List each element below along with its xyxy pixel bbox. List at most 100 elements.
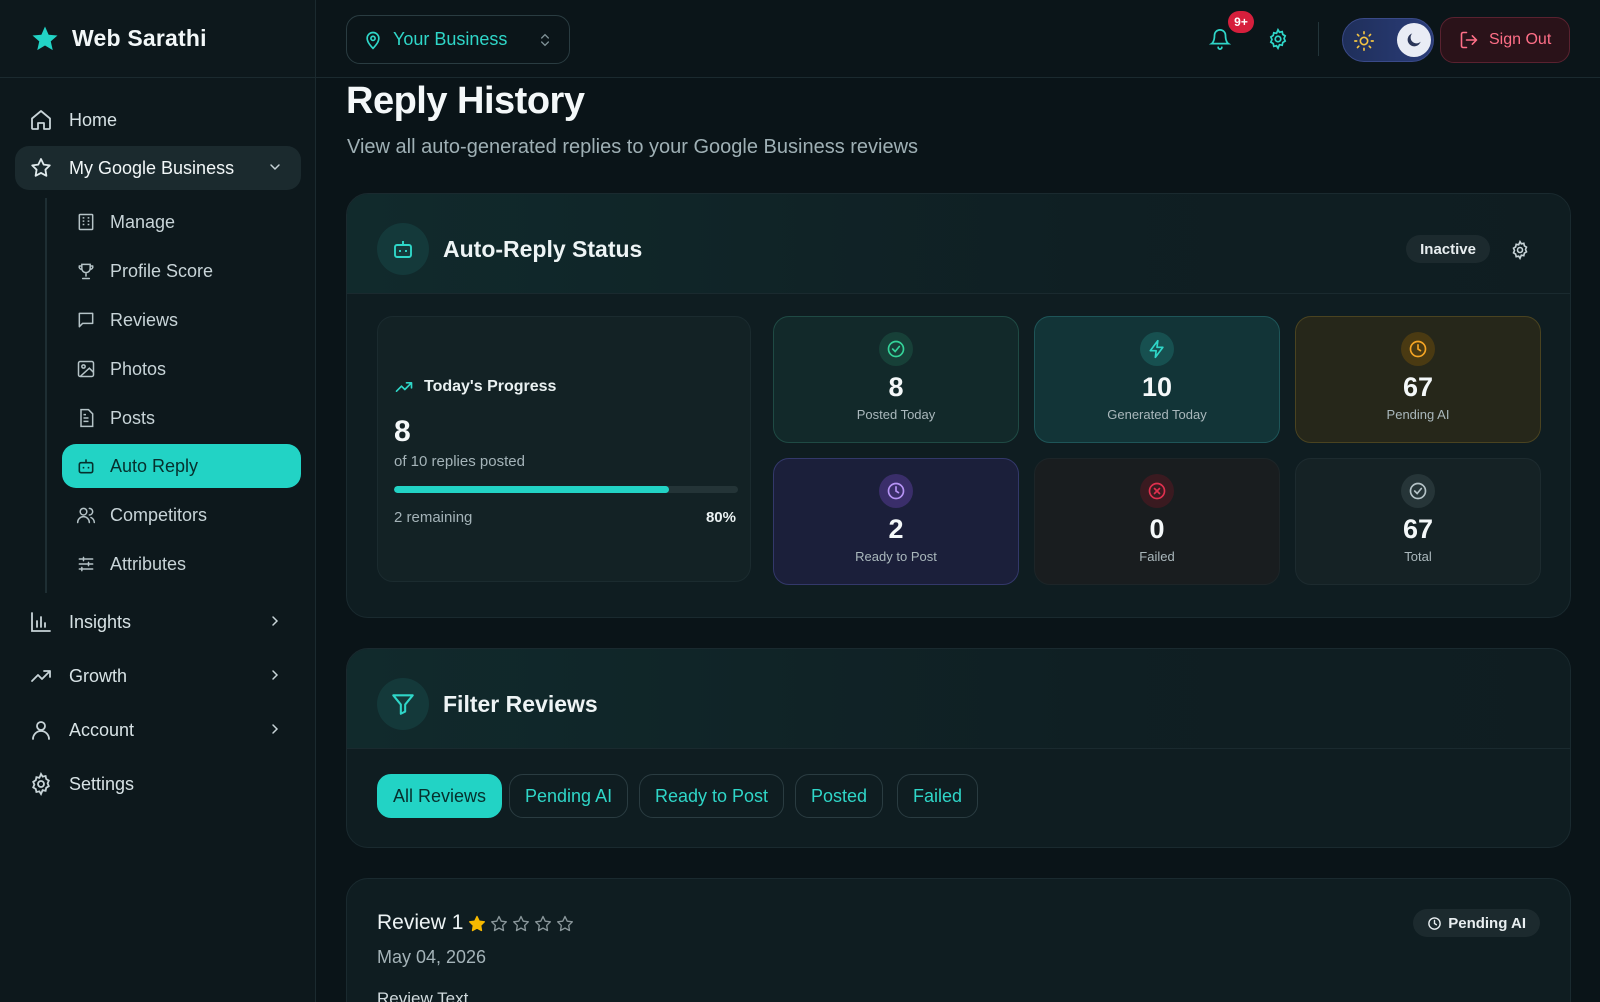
filter-ready-to-post[interactable]: Ready to Post (639, 774, 785, 818)
sidebar-item-settings[interactable]: Settings (15, 762, 301, 806)
clock-icon (1401, 332, 1435, 366)
business-selector[interactable]: Your Business (346, 15, 570, 64)
bot-icon (377, 223, 429, 275)
sidebar-item-label: Attributes (110, 553, 187, 574)
sidebar-item-label: Account (69, 719, 135, 740)
sidebar-item-profile-score[interactable]: Profile Score (62, 249, 301, 293)
review-text-label: Review Text (377, 989, 469, 1002)
sidebar-item-account[interactable]: Account (15, 708, 301, 752)
gear-icon (29, 772, 53, 796)
message-square-icon (76, 310, 96, 330)
users-icon (76, 505, 96, 525)
brand[interactable]: Web Sarathi (0, 0, 315, 78)
check-circle-icon (879, 332, 913, 366)
progress-header: Today's Progress (394, 377, 556, 397)
sidebar-item-home[interactable]: Home (15, 98, 301, 142)
stat-value: 8 (888, 372, 904, 402)
trending-up-icon (394, 377, 414, 397)
chevron-up-down-icon (537, 31, 553, 49)
star-empty-icon (555, 914, 575, 934)
review-date: May 04, 2026 (377, 947, 487, 967)
sun-icon (1353, 30, 1375, 52)
sidebar-item-label: Posts (110, 407, 156, 428)
image-icon (76, 359, 96, 379)
stat-value: 0 (1149, 514, 1165, 544)
card-title: Filter Reviews (443, 691, 598, 717)
stat-generated-today: 10 Generated Today (1034, 316, 1280, 443)
clock-icon (1427, 916, 1442, 931)
stat-value: 67 (1402, 372, 1434, 402)
sidebar-item-label: Insights (69, 611, 132, 632)
log-out-icon (1459, 30, 1479, 50)
sign-out-button[interactable]: Sign Out (1440, 17, 1570, 63)
map-pin-icon (363, 30, 383, 50)
bell-icon[interactable] (1209, 28, 1231, 50)
top-bar: Your Business 9+ Sign Out (316, 0, 1600, 78)
sidebar-item-growth[interactable]: Growth (15, 654, 301, 698)
filter-pending-ai[interactable]: Pending AI (509, 774, 629, 818)
filter-reviews-card: Filter Reviews All Reviews Pending AI Re… (346, 648, 1571, 848)
sidebar-item-insights[interactable]: Insights (15, 600, 301, 644)
status-badge: Pending AI (1413, 909, 1540, 937)
filter-failed[interactable]: Failed (897, 774, 979, 818)
review-title: Review 1 (377, 911, 464, 934)
star-rating (467, 914, 575, 934)
filter-posted[interactable]: Posted (795, 774, 884, 818)
building-icon (76, 212, 96, 232)
app-name: Web Sarathi (72, 25, 207, 51)
stat-label: Total (1404, 549, 1432, 564)
progress-of-text: of 10 replies posted (394, 453, 525, 470)
filter-all-reviews[interactable]: All Reviews (377, 774, 503, 818)
sidebar-item-photos[interactable]: Photos (62, 347, 301, 391)
sidebar-item-label: Settings (69, 773, 135, 794)
star-icon (29, 156, 53, 180)
sidebar-item-competitors[interactable]: Competitors (62, 493, 301, 537)
auto-reply-status-card: Auto-Reply Status Inactive Today's Progr… (346, 193, 1571, 618)
todays-progress-panel: Today's Progress 8 of 10 replies posted … (377, 316, 751, 582)
progress-title: Today's Progress (424, 378, 557, 395)
stat-value: 10 (1141, 372, 1173, 402)
subnav-line (45, 198, 47, 593)
sidebar-item-my-google-business[interactable]: My Google Business (15, 146, 301, 190)
card-body: Today's Progress 8 of 10 replies posted … (347, 294, 1570, 617)
star-empty-icon (533, 914, 553, 934)
star-filled-icon (467, 914, 487, 934)
stat-posted-today: 8 Posted Today (773, 316, 1019, 443)
gear-icon[interactable] (1267, 28, 1289, 50)
notification-badge: 9+ (1228, 11, 1254, 33)
stat-label: Pending AI (1386, 407, 1450, 422)
sidebar-item-auto-reply[interactable]: Auto Reply (62, 444, 301, 488)
status-badge: Inactive (1406, 235, 1490, 263)
stat-failed: 0 Failed (1034, 458, 1280, 585)
sidebar-item-label: Photos (110, 358, 167, 379)
sidebar: Web Sarathi Home My Google Business Mana… (0, 0, 316, 1002)
sidebar-item-label: My Google Business (69, 157, 235, 178)
card-title: Auto-Reply Status (443, 236, 643, 262)
lightning-icon (1140, 332, 1174, 366)
progress-percent: 80% (705, 509, 736, 526)
review-card: Review 1 Pending AI May 04, 2026 Review … (346, 878, 1571, 1002)
stat-pending-ai: 67 Pending AI (1295, 316, 1541, 443)
gear-icon[interactable] (1510, 240, 1530, 260)
star-logo-icon (30, 24, 60, 54)
user-icon (29, 718, 53, 742)
stat-label: Failed (1139, 549, 1175, 564)
stat-total: 67 Total (1295, 458, 1541, 585)
card-header: Filter Reviews (347, 649, 1570, 749)
chevron-right-icon (267, 721, 283, 737)
theme-toggle[interactable] (1342, 18, 1434, 62)
home-icon (29, 108, 53, 132)
progress-bar-fill (394, 486, 670, 493)
stat-ready-to-post: 2 Ready to Post (773, 458, 1019, 585)
sidebar-item-manage[interactable]: Manage (62, 200, 301, 244)
stat-label: Ready to Post (855, 549, 937, 564)
clock-icon (879, 474, 913, 508)
progress-remaining: 2 remaining (394, 509, 473, 526)
sign-out-label: Sign Out (1489, 31, 1552, 48)
business-selector-label: Your Business (393, 29, 508, 49)
bot-icon (76, 456, 96, 476)
sidebar-item-posts[interactable]: Posts (62, 396, 301, 440)
sidebar-item-attributes[interactable]: Attributes (62, 542, 301, 586)
trending-up-icon (29, 664, 53, 688)
sidebar-item-reviews[interactable]: Reviews (62, 298, 301, 342)
